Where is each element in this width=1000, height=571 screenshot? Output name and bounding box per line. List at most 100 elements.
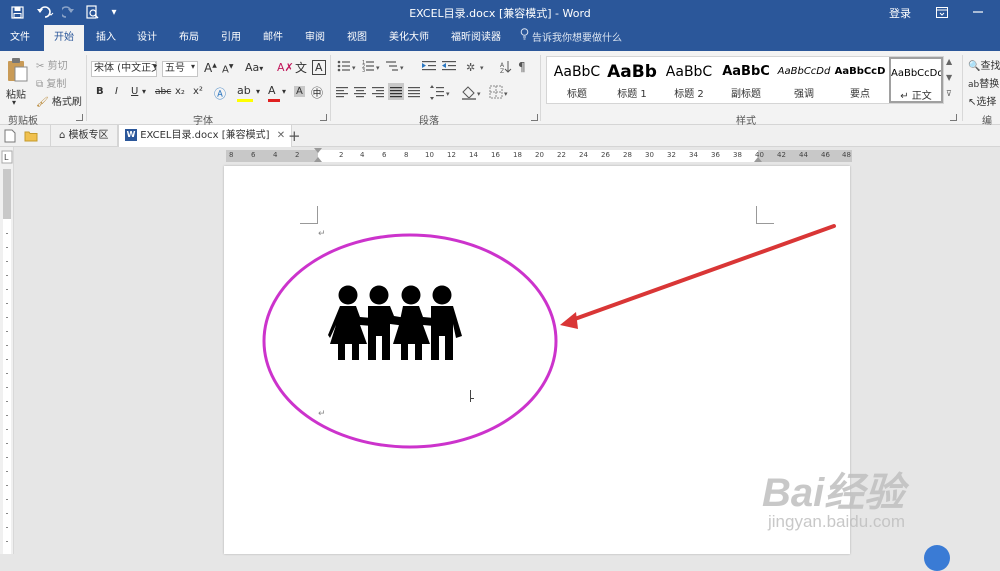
- watermark-logo: Bai经验: [762, 471, 905, 515]
- replace-button[interactable]: ab替换: [968, 75, 999, 90]
- style-subtitle[interactable]: AaBbC 副标题: [719, 57, 773, 103]
- ribbon-display-icon[interactable]: [934, 4, 950, 20]
- tab-insert[interactable]: 插入: [90, 25, 122, 51]
- font-launcher-icon[interactable]: [320, 114, 327, 121]
- font-name-dropdown-icon[interactable]: ▾: [153, 62, 157, 71]
- ruler-number: 36: [711, 151, 720, 159]
- grow-font-button[interactable]: A▲: [204, 61, 217, 75]
- right-indent-marker[interactable]: [754, 157, 762, 162]
- paintbrush-icon: 🖌: [36, 97, 49, 108]
- underline-button[interactable]: U: [131, 86, 138, 97]
- ruler-number: 30: [645, 151, 654, 159]
- italic-button[interactable]: I: [115, 86, 118, 97]
- enclose-char-button[interactable]: ㊥: [311, 84, 323, 101]
- svg-text:3: 3: [362, 68, 365, 74]
- text-effects-button[interactable]: Ⓐ: [214, 85, 226, 102]
- underline-dropdown-icon[interactable]: ▾: [142, 87, 146, 96]
- styles-launcher-icon[interactable]: [950, 114, 957, 121]
- subscript-button[interactable]: x₂: [175, 86, 185, 97]
- copy-button[interactable]: ⧉ 复制: [36, 75, 66, 90]
- style-sample: AaBbCcD: [834, 66, 886, 77]
- font-color-dropdown-icon[interactable]: ▾: [282, 87, 286, 96]
- tab-mailings[interactable]: 邮件: [257, 25, 289, 51]
- document-page[interactable]: ↵ ↵: [224, 166, 850, 554]
- scissors-icon: ✂: [36, 61, 45, 72]
- distributed-icon: [408, 87, 420, 98]
- doc-tab-active[interactable]: W EXCEL目录.docx [兼容模式] ✕: [118, 125, 293, 147]
- paragraph-launcher-icon[interactable]: [531, 114, 538, 121]
- select-label: 选择: [976, 97, 997, 108]
- clear-formatting-icon[interactable]: A✗: [277, 61, 294, 74]
- paste-button[interactable]: 粘贴 ▾: [4, 55, 30, 107]
- ruler-number: 42: [777, 151, 786, 159]
- bullets-icon: [337, 60, 350, 72]
- new-tab-icon[interactable]: +: [288, 125, 301, 147]
- tell-me-search[interactable]: 告诉我你想要做什么: [520, 25, 622, 51]
- cut-button[interactable]: ✂ 剪切: [36, 57, 68, 72]
- tab-design[interactable]: 设计: [131, 25, 163, 51]
- paragraph-mark: ↵: [318, 409, 326, 419]
- phonetic-guide-button[interactable]: 文: [295, 59, 307, 76]
- svg-text:▾: ▾: [480, 64, 484, 72]
- hanging-indent-marker[interactable]: [314, 157, 322, 162]
- document-tabs-bar: ⌂ 模板专区 W EXCEL目录.docx [兼容模式] ✕ +: [0, 125, 1000, 147]
- superscript-button[interactable]: x²: [193, 86, 203, 97]
- tab-beautify-master[interactable]: 美化大师: [383, 25, 435, 51]
- margin-corner-top-right: [756, 206, 774, 224]
- shrink-font-button[interactable]: A▼: [222, 63, 233, 75]
- svg-text:▾: ▾: [376, 64, 380, 72]
- tab-file[interactable]: 文件: [2, 25, 38, 51]
- style-normal[interactable]: AaBbCcDd ↵ 正文: [889, 57, 943, 103]
- asian-layout-icon: ✲: [466, 61, 475, 74]
- styles-scroll-up-icon[interactable]: ▲: [946, 57, 952, 66]
- char-shading-button[interactable]: A: [294, 86, 305, 97]
- people-group-icon[interactable]: [328, 284, 462, 362]
- svg-text:▾: ▾: [477, 90, 481, 98]
- open-folder-icon[interactable]: [24, 125, 38, 147]
- help-bubble-icon[interactable]: [924, 545, 950, 571]
- select-button[interactable]: ↖选择: [968, 93, 996, 108]
- font-size-dropdown-icon[interactable]: ▾: [191, 62, 195, 71]
- first-line-indent-marker[interactable]: [314, 148, 322, 153]
- font-name-combo[interactable]: 宋体 (中文正文): [91, 61, 157, 77]
- minimize-icon[interactable]: [970, 4, 986, 20]
- font-color-button[interactable]: A: [268, 84, 280, 102]
- tab-view[interactable]: 视图: [341, 25, 373, 51]
- new-document-icon[interactable]: [4, 125, 16, 147]
- doc-tab-templates[interactable]: ⌂ 模板专区: [50, 125, 118, 147]
- style-heading-1[interactable]: AaBb 标题 1: [607, 57, 657, 103]
- tab-home[interactable]: 开始: [44, 25, 84, 51]
- highlight-button[interactable]: ab: [237, 84, 253, 102]
- char-shading-icon: A: [296, 86, 303, 97]
- tab-references[interactable]: 引用: [215, 25, 247, 51]
- ruler-number: 4: [360, 151, 365, 159]
- svg-text:▾: ▾: [400, 64, 404, 72]
- styles-more-icon[interactable]: ⊽: [946, 89, 952, 98]
- style-strong[interactable]: AaBbCcD 要点: [833, 57, 887, 103]
- styles-scroll-down-icon[interactable]: ▼: [946, 73, 952, 82]
- clipboard-launcher-icon[interactable]: [76, 114, 83, 121]
- char-border-icon: A: [315, 61, 323, 74]
- login-button[interactable]: 登录: [889, 5, 911, 21]
- style-name: ↵ 正文: [900, 91, 932, 102]
- change-case-button[interactable]: Aa▾: [245, 61, 263, 74]
- char-border-button[interactable]: A: [312, 60, 326, 75]
- find-button[interactable]: 🔍查找: [968, 57, 1000, 72]
- bold-button[interactable]: B: [96, 86, 104, 97]
- style-sample: AaBbC: [553, 64, 601, 80]
- close-tab-icon[interactable]: ✕: [277, 130, 285, 141]
- tab-review[interactable]: 审阅: [299, 25, 331, 51]
- style-heading-2[interactable]: AaBbC 标题 2: [661, 57, 717, 103]
- horizontal-ruler: 8 6 4 2 2 4 6 8 10 12 14 16 18 20 22 24 …: [226, 148, 852, 162]
- ruler-number: 16: [491, 151, 500, 159]
- format-painter-button[interactable]: 🖌 格式刷: [36, 93, 82, 108]
- style-title[interactable]: AaBbC 标题: [549, 57, 605, 103]
- find-label: 查找: [980, 61, 1000, 72]
- ruler-left-margin: [226, 150, 318, 162]
- highlight-dropdown-icon[interactable]: ▾: [256, 87, 260, 96]
- tab-layout[interactable]: 布局: [173, 25, 205, 51]
- strikethrough-button[interactable]: abc: [155, 87, 171, 97]
- style-emphasis[interactable]: AaBbCcDd 强调: [777, 57, 831, 103]
- tab-foxit-reader[interactable]: 福昕阅读器: [443, 25, 509, 51]
- replace-icon: ab: [968, 80, 980, 90]
